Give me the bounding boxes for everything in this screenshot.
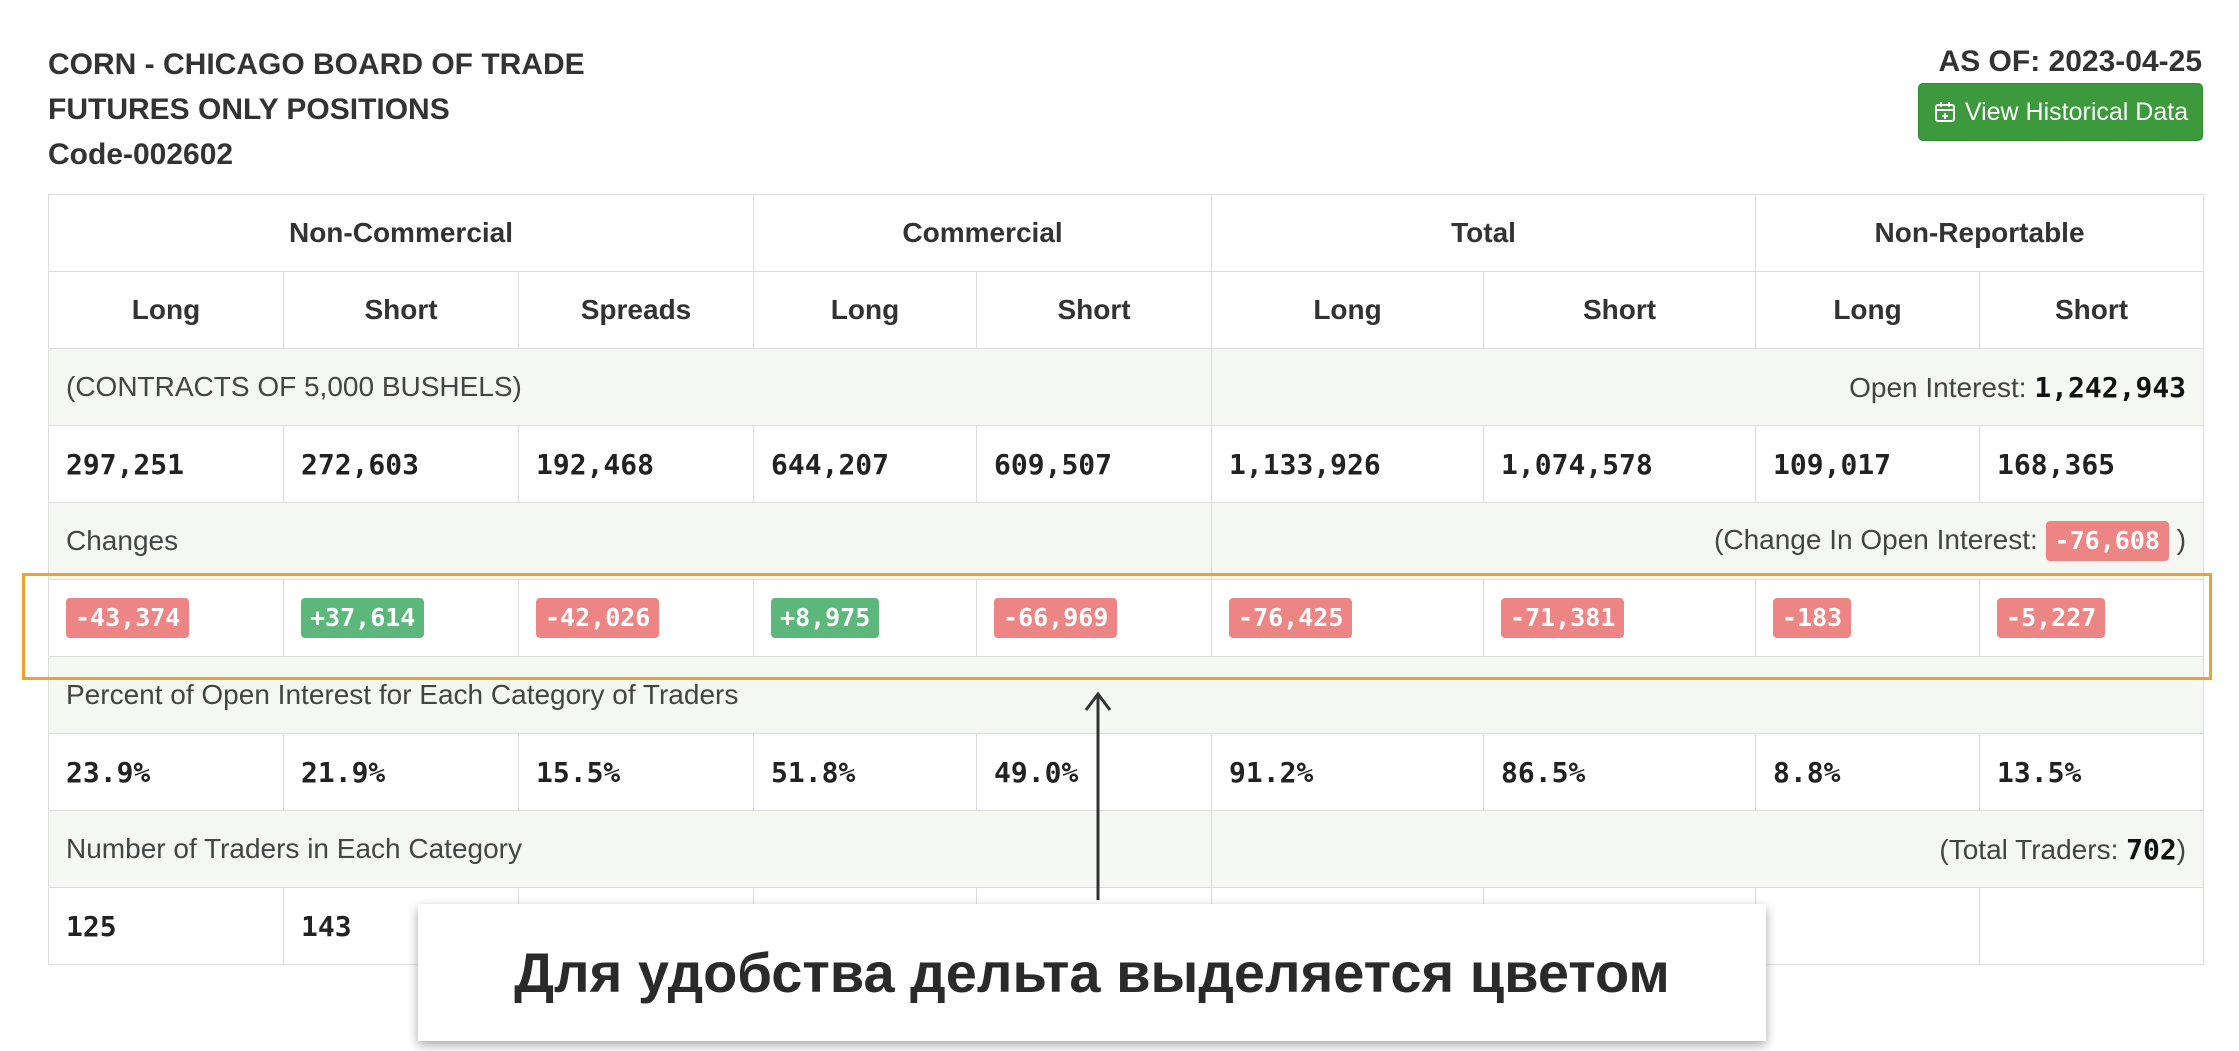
percent-label: Percent of Open Interest for Each Catego…	[47, 656, 2205, 734]
position-cell: 1,133,926	[1211, 425, 1485, 503]
col-header: Long	[753, 271, 978, 349]
as-of-date: AS OF: 2023-04-25	[1938, 45, 2202, 78]
col-header: Long	[48, 271, 284, 349]
change-cell: +8,975	[753, 579, 978, 657]
annotation-caption: Для удобства дельта выделяется цветом	[418, 904, 1766, 1041]
percent-cell: 86.5%	[1483, 733, 1757, 811]
change-open-interest-cell: (Change In Open Interest: -76,608 )	[1211, 502, 2205, 580]
change-cell: -5,227	[1979, 579, 2205, 657]
annotation-arrow-icon	[1084, 691, 1112, 900]
column-header-row: Long Short Spreads Long Short Long Short…	[48, 271, 2205, 349]
group-header-row: Non-Commercial Commercial Total Non-Repo…	[47, 194, 2205, 272]
title-line-1: CORN - CHICAGO BOARD OF TRADE	[48, 48, 585, 81]
change-badge: +8,975	[771, 598, 880, 638]
col-header: Long	[1211, 271, 1485, 349]
change-badge: -43,374	[66, 598, 190, 638]
position-cell: 109,017	[1755, 425, 1981, 503]
position-cell: 168,365	[1979, 425, 2205, 503]
change-badge: -76,425	[1229, 598, 1353, 638]
col-header: Short	[976, 271, 1213, 349]
contracts-section-row: (CONTRACTS OF 5,000 BUSHELS) Open Intere…	[47, 348, 2205, 426]
percent-cell: 15.5%	[517, 733, 755, 811]
positions-row: 297,251 272,603 192,468 644,207 609,507 …	[48, 425, 2205, 503]
changes-section-row: Changes (Change In Open Interest: -76,60…	[47, 502, 2205, 580]
percent-cell: 23.9%	[48, 733, 284, 811]
view-historical-data-button[interactable]: View Historical Data	[1918, 83, 2203, 141]
change-oi-badge: -76,608	[2045, 521, 2169, 561]
col-header: Long	[1755, 271, 1981, 349]
group-commercial: Commercial	[753, 194, 1213, 272]
traders-cell	[1755, 887, 1981, 965]
changes-label: Changes	[47, 502, 1213, 580]
traders-cell: 125	[48, 887, 284, 965]
percent-cell: 21.9%	[283, 733, 519, 811]
change-badge: -71,381	[1501, 598, 1625, 638]
contracts-label: (CONTRACTS OF 5,000 BUSHELS)	[47, 348, 1213, 426]
change-cell: +37,614	[283, 579, 519, 657]
group-total: Total	[1211, 194, 1757, 272]
change-cell: -43,374	[48, 579, 284, 657]
change-oi-close: )	[2168, 524, 2187, 555]
total-traders-label: (Total Traders:	[1939, 833, 2127, 865]
position-cell: 272,603	[283, 425, 519, 503]
traders-cell	[1979, 887, 2205, 965]
change-badge: -183	[1773, 598, 1852, 638]
percent-section-row: Percent of Open Interest for Each Catego…	[47, 656, 2205, 734]
change-cell: -183	[1755, 579, 1981, 657]
change-cell: -42,026	[517, 579, 755, 657]
group-non-reportable: Non-Reportable	[1755, 194, 2205, 272]
cot-report-table: Non-Commercial Commercial Total Non-Repo…	[47, 194, 2205, 965]
change-cell: -76,425	[1211, 579, 1485, 657]
report-title: CORN - CHICAGO BOARD OF TRADE FUTURES ON…	[48, 42, 585, 177]
position-cell: 192,468	[517, 425, 755, 503]
group-non-commercial: Non-Commercial	[47, 194, 755, 272]
change-badge: +37,614	[301, 598, 425, 638]
change-badge: -66,969	[994, 598, 1118, 638]
open-interest-label: Open Interest:	[1849, 371, 2035, 403]
changes-row: -43,374 +37,614 -42,026 +8,975 -66,969 -…	[48, 579, 2205, 657]
change-badge: -42,026	[536, 598, 660, 638]
percent-cell: 51.8%	[753, 733, 978, 811]
percent-cell: 91.2%	[1211, 733, 1485, 811]
position-cell: 1,074,578	[1483, 425, 1757, 503]
change-cell: -66,969	[976, 579, 1213, 657]
position-cell: 609,507	[976, 425, 1213, 503]
total-traders-close: )	[2176, 833, 2187, 865]
change-cell: -71,381	[1483, 579, 1757, 657]
change-oi-label: (Change In Open Interest:	[1714, 524, 2046, 555]
percent-cell: 13.5%	[1979, 733, 2205, 811]
view-historical-data-label: View Historical Data	[1964, 97, 2189, 126]
percent-row: 23.9% 21.9% 15.5% 51.8% 49.0% 91.2% 86.5…	[48, 733, 2205, 811]
open-interest-value: 1,242,943	[2034, 370, 2187, 404]
position-cell: 644,207	[753, 425, 978, 503]
col-header: Short	[1483, 271, 1757, 349]
traders-section-row: Number of Traders in Each Category (Tota…	[47, 810, 2205, 888]
position-cell: 297,251	[48, 425, 284, 503]
total-traders-cell: (Total Traders: 702)	[1211, 810, 2205, 888]
title-line-2: FUTURES ONLY POSITIONS	[48, 93, 450, 126]
traders-label: Number of Traders in Each Category	[47, 810, 1213, 888]
col-header: Spreads	[517, 271, 755, 349]
total-traders-value: 702	[2126, 832, 2177, 866]
col-header: Short	[283, 271, 519, 349]
contract-code: Code-002602	[48, 138, 234, 171]
calendar-plus-icon	[1934, 102, 1955, 122]
change-badge: -5,227	[1997, 598, 2106, 638]
open-interest-cell: Open Interest: 1,242,943	[1211, 348, 2205, 426]
col-header: Short	[1979, 271, 2205, 349]
percent-cell: 8.8%	[1755, 733, 1981, 811]
